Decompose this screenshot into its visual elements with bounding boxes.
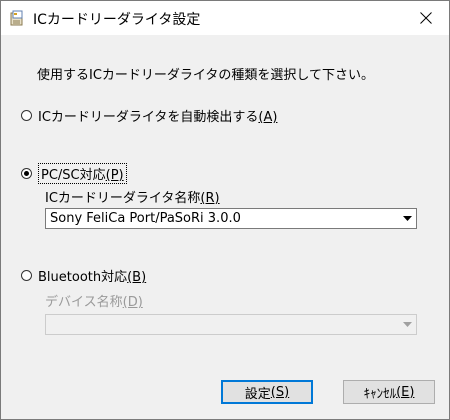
chevron-down-icon <box>402 216 412 221</box>
radio-button-pcsc[interactable] <box>21 168 32 179</box>
radio-auto-detect[interactable]: ICカードリーダライタを自動検出する(A) <box>21 106 277 125</box>
device-name-select <box>45 314 417 335</box>
reader-name-value: Sony FeliCa Port/PaSoRi 3.0.0 <box>50 211 241 226</box>
dropdown-button[interactable] <box>398 209 416 228</box>
radio-pcsc[interactable]: PC/SC対応(P) <box>21 163 127 184</box>
card-reader-app-icon <box>9 10 25 26</box>
window-title: ICカードリーダライタ設定 <box>33 12 201 28</box>
reader-name-label: ICカードリーダライタ名称(R) <box>45 191 220 206</box>
close-button[interactable] <box>403 1 449 35</box>
settings-dialog: ICカードリーダライタ設定 使用するICカードリーダライタの種類を選択して下さい… <box>0 0 450 420</box>
dialog-content: 使用するICカードリーダライタの種類を選択して下さい。 ICカードリーダライタを… <box>1 35 449 419</box>
radio-pcsc-label: PC/SC対応(P) <box>38 163 127 184</box>
title-bar[interactable]: ICカードリーダライタ設定 <box>1 1 449 35</box>
reader-name-select[interactable]: Sony FeliCa Port/PaSoRi 3.0.0 <box>45 208 417 229</box>
ok-button[interactable]: 設定 (S) <box>221 380 313 404</box>
radio-button-auto[interactable] <box>21 110 32 121</box>
radio-bluetooth[interactable]: Bluetooth対応(B) <box>21 266 146 285</box>
radio-auto-label: ICカードリーダライタを自動検出する(A) <box>38 110 278 125</box>
cancel-button[interactable]: ｷｬﾝｾﾙ (E) <box>343 380 435 404</box>
instruction-text: 使用するICカードリーダライタの種類を選択して下さい。 <box>37 68 375 83</box>
close-icon <box>420 12 432 24</box>
radio-button-bluetooth[interactable] <box>21 270 32 281</box>
radio-bluetooth-label: Bluetooth対応(B) <box>38 270 147 285</box>
dropdown-button-disabled <box>398 315 416 334</box>
device-name-label: デバイス名称(D) <box>45 295 143 310</box>
chevron-down-icon <box>402 322 412 327</box>
